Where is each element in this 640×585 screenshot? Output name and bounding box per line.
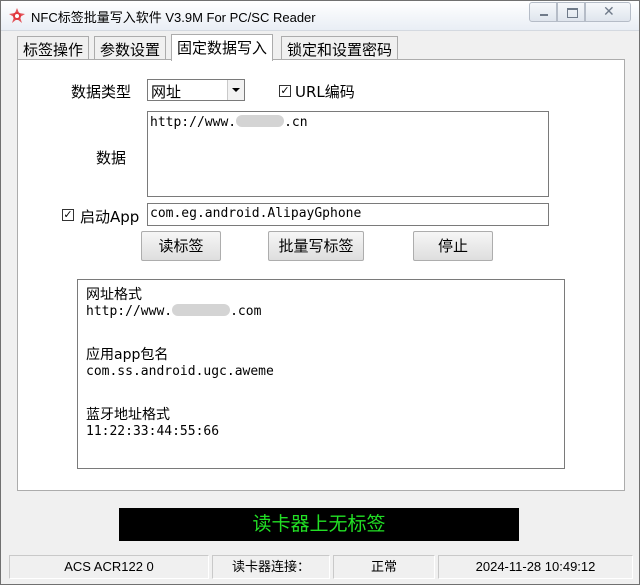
status-reader-name: ACS ACR122 0 xyxy=(9,555,209,579)
chevron-down-icon xyxy=(227,80,244,100)
tab-tag-operation[interactable]: 标签操作 xyxy=(17,36,90,60)
app-window: NFC标签批量写入软件 V3.9M For PC/SC Reader ✕ 标签操… xyxy=(0,0,640,585)
data-type-value: 网址 xyxy=(151,83,182,101)
url-example-prefix: http://www. xyxy=(86,304,173,319)
tab-fixed-data-write[interactable]: 固定数据写入 xyxy=(171,34,274,61)
status-display: 读卡器上无标签 xyxy=(119,508,519,541)
app-package-input[interactable]: com.eg.android.AlipayGphone xyxy=(147,203,549,226)
tab-parameter-settings[interactable]: 参数设置 xyxy=(94,36,167,60)
tab-lock-and-password[interactable]: 锁定和设置密码 xyxy=(281,36,399,60)
app-package-title: 应用app包名 xyxy=(86,347,169,363)
data-type-select[interactable]: 网址 xyxy=(147,79,245,101)
close-button[interactable]: ✕ xyxy=(585,2,631,22)
data-type-label: 数据类型 xyxy=(71,83,132,101)
url-format-title: 网址格式 xyxy=(86,287,142,303)
batch-write-button[interactable]: 批量写标签 xyxy=(268,231,364,261)
url-format-example: http://www. .com xyxy=(86,304,556,324)
app-package-example: com.ss.android.ugc.aweme xyxy=(86,364,274,379)
url-example-suffix: .com xyxy=(230,304,262,319)
app-logo-icon xyxy=(9,8,25,23)
data-textarea[interactable]: http://www. .cn xyxy=(147,111,549,197)
status-datetime: 2024-11-28 10:49:12 xyxy=(438,555,633,579)
data-label: 数据 xyxy=(96,149,127,167)
data-value-suffix: .cn xyxy=(284,115,308,130)
status-bar: ACS ACR122 0 读卡器连接： 正常 2024-11-28 10:49:… xyxy=(9,555,633,579)
minimize-button[interactable] xyxy=(529,2,557,22)
bt-format-example: 11:22:33:44:55:66 xyxy=(86,424,220,439)
launch-app-checkbox[interactable]: ✓ xyxy=(62,209,74,221)
url-encode-label: URL编码 xyxy=(295,83,355,101)
title-bar[interactable]: NFC标签批量写入软件 V3.9M For PC/SC Reader ✕ xyxy=(1,1,639,31)
close-icon: ✕ xyxy=(603,4,615,20)
data-value-prefix: http://www. xyxy=(150,115,237,130)
bt-format-title: 蓝牙地址格式 xyxy=(86,407,170,423)
url-encode-checkbox[interactable]: ✓ xyxy=(279,85,291,97)
launch-app-label: 启动App xyxy=(80,208,140,226)
redacted-domain xyxy=(236,115,285,127)
stop-button[interactable]: 停止 xyxy=(413,231,493,261)
info-textarea[interactable]: 网址格式 http://www. .com 应用app包名 com.ss.andr… xyxy=(77,279,565,469)
maximize-button[interactable] xyxy=(557,2,585,22)
redacted-domain xyxy=(172,304,231,316)
read-tag-button[interactable]: 读标签 xyxy=(141,231,221,261)
status-connection-value: 正常 xyxy=(333,555,435,579)
status-connection-label: 读卡器连接： xyxy=(212,555,330,579)
window-title: NFC标签批量写入软件 V3.9M For PC/SC Reader xyxy=(31,10,316,25)
